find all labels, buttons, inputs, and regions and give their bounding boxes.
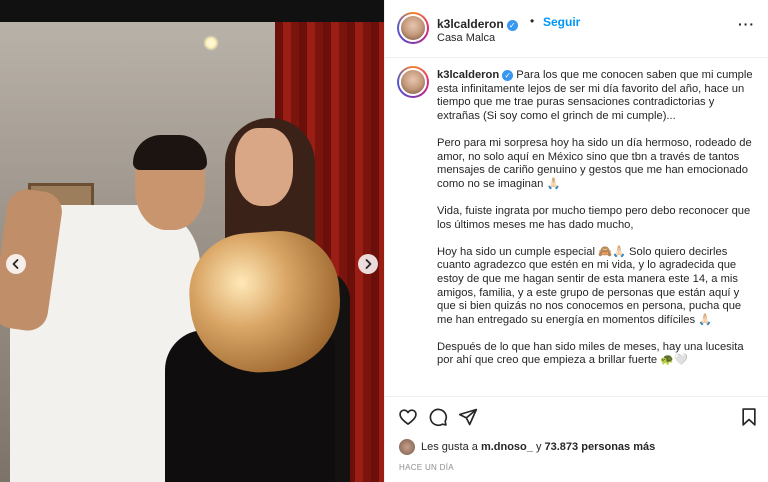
- photo-woman-face: [235, 128, 293, 206]
- chevron-right-icon[interactable]: [358, 254, 378, 274]
- photo-lamp: [203, 35, 219, 51]
- heart-icon[interactable]: [398, 407, 418, 427]
- action-bar: [385, 396, 768, 434]
- post-header: k3lcalderon ✓ • Seguir Casa Malca ···: [385, 0, 768, 58]
- avatar[interactable]: [399, 14, 427, 42]
- bookmark-icon[interactable]: [739, 407, 759, 427]
- follow-button[interactable]: Seguir: [543, 15, 580, 29]
- comment-icon[interactable]: [428, 407, 448, 427]
- post-side-panel: k3lcalderon ✓ • Seguir Casa Malca ··· k3l…: [384, 0, 768, 482]
- likes-count[interactable]: 73.873: [545, 441, 579, 453]
- caption-paragraph: Después de lo que han sido miles de mese…: [437, 340, 744, 367]
- likes-middle: y: [535, 441, 542, 453]
- post-timestamp: HACE UN DÍA: [399, 463, 454, 472]
- likes-prefix: Les gusta a: [421, 441, 478, 453]
- header-username-row: k3lcalderon ✓: [437, 15, 518, 33]
- caption-paragraph: Pero para mi sorpresa hoy ha sido un día…: [437, 136, 752, 190]
- likes-user[interactable]: m.dnoso_: [481, 441, 533, 453]
- caption-section: k3lcalderon ✓ Para los que me conocen sab…: [385, 58, 768, 396]
- share-icon[interactable]: [458, 407, 478, 427]
- caption-paragraph: Vida, fuiste ingrata por mucho tiempo pe…: [437, 204, 751, 231]
- more-options-icon[interactable]: ···: [738, 16, 755, 32]
- chevron-left-icon[interactable]: [6, 254, 26, 274]
- likes-suffix[interactable]: personas más: [581, 441, 655, 453]
- verified-badge-icon: ✓: [506, 20, 518, 31]
- caption-paragraph: k3lcalderon ✓ Para los que me conocen sab…: [437, 69, 755, 123]
- header-separator: •: [530, 14, 535, 28]
- post-photo[interactable]: [0, 0, 384, 482]
- photo-top-edge: [0, 0, 384, 22]
- likes-text[interactable]: Les gusta a m.dnoso_ y 73.873 personas m…: [421, 441, 655, 453]
- avatar: [399, 439, 415, 455]
- location-link[interactable]: Casa Malca: [437, 32, 495, 44]
- caption-text: k3lcalderon ✓ Para los que me conocen sab…: [437, 69, 755, 382]
- verified-badge-icon: ✓: [502, 70, 514, 81]
- header-username[interactable]: k3lcalderon: [437, 17, 504, 31]
- caption-paragraph: Hoy ha sido un cumple especial 🙈🙏🏻 Solo …: [437, 245, 742, 326]
- caption-username[interactable]: k3lcalderon: [437, 69, 499, 81]
- avatar[interactable]: [399, 68, 427, 96]
- photo-man-hair: [133, 135, 207, 170]
